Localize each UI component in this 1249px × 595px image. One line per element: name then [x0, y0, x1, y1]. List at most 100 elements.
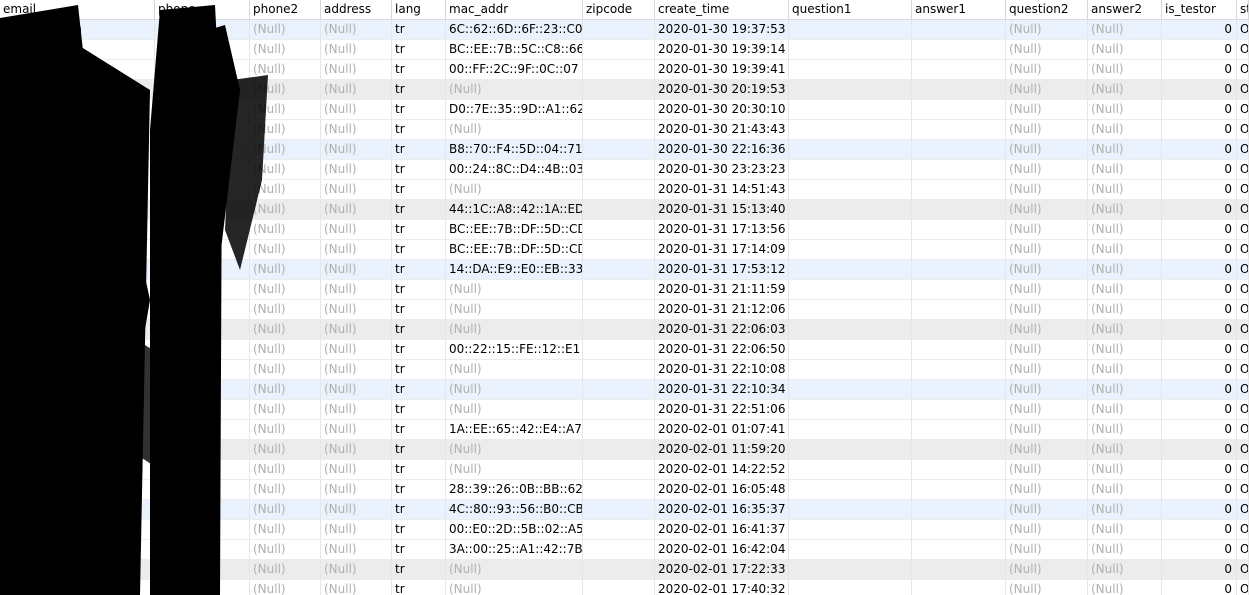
cell-answer2[interactable]: (Null): [1088, 40, 1162, 59]
cell-email[interactable]: a tmail.co: [0, 80, 155, 99]
cell-mac-addr[interactable]: BC::EE::7B::DF::5D::CD: [446, 220, 583, 239]
cell-question1[interactable]: [789, 200, 912, 219]
cell-phone2[interactable]: (Null): [250, 280, 321, 299]
cell-phone[interactable]: [155, 320, 250, 339]
table-row[interactable]: mail.cor (Null) (Null) tr (Null) 2020-01-30 2…: [0, 120, 1249, 140]
cell-address[interactable]: (Null): [321, 200, 392, 219]
cell-is-testor[interactable]: 0: [1162, 560, 1237, 579]
cell-lang[interactable]: tr: [392, 300, 446, 319]
cell-address[interactable]: (Null): [321, 80, 392, 99]
cell-is-testor[interactable]: 0: [1162, 400, 1237, 419]
cell-is-testor[interactable]: 0: [1162, 200, 1237, 219]
cell-create-time[interactable]: 2020-01-31 22:10:34: [655, 380, 789, 399]
column-header-st[interactable]: st: [1237, 0, 1249, 19]
cell-zipcode[interactable]: [583, 160, 655, 179]
cell-phone2[interactable]: (Null): [250, 160, 321, 179]
cell-phone2[interactable]: (Null): [250, 220, 321, 239]
cell-zipcode[interactable]: [583, 480, 655, 499]
cell-question2[interactable]: (Null): [1006, 560, 1088, 579]
cell-phone[interactable]: [155, 220, 250, 239]
cell-email[interactable]: a outlook.c: [0, 520, 155, 539]
cell-mac-addr[interactable]: (Null): [446, 80, 583, 99]
cell-zipcode[interactable]: [583, 100, 655, 119]
cell-question2[interactable]: (Null): [1006, 200, 1088, 219]
cell-is-testor[interactable]: 0: [1162, 480, 1237, 499]
cell-email[interactable]: com: [0, 420, 155, 439]
cell-phone2[interactable]: (Null): [250, 80, 321, 99]
cell-zipcode[interactable]: [583, 440, 655, 459]
cell-create-time[interactable]: 2020-01-31 17:13:56: [655, 220, 789, 239]
cell-is-testor[interactable]: 0: [1162, 440, 1237, 459]
cell-mac-addr[interactable]: 3A::00::25::A1::42::7B: [446, 540, 583, 559]
cell-lang[interactable]: tr: [392, 160, 446, 179]
cell-st[interactable]: O: [1237, 420, 1249, 439]
cell-question1[interactable]: [789, 380, 912, 399]
cell-is-testor[interactable]: 0: [1162, 80, 1237, 99]
cell-phone2[interactable]: (Null): [250, 400, 321, 419]
cell-answer1[interactable]: [912, 340, 1006, 359]
cell-phone[interactable]: [155, 360, 250, 379]
cell-answer2[interactable]: (Null): [1088, 440, 1162, 459]
cell-question1[interactable]: [789, 440, 912, 459]
cell-address[interactable]: (Null): [321, 380, 392, 399]
cell-phone[interactable]: [155, 440, 250, 459]
cell-question2[interactable]: (Null): [1006, 180, 1088, 199]
cell-create-time[interactable]: 2020-01-30 22:16:36: [655, 140, 789, 159]
cell-st[interactable]: O: [1237, 440, 1249, 459]
cell-phone[interactable]: 05: [155, 80, 250, 99]
cell-question2[interactable]: (Null): [1006, 60, 1088, 79]
cell-st[interactable]: O: [1237, 100, 1249, 119]
cell-st[interactable]: O: [1237, 40, 1249, 59]
cell-email[interactable]: ail.com: [0, 380, 155, 399]
cell-question1[interactable]: [789, 100, 912, 119]
cell-mac-addr[interactable]: (Null): [446, 320, 583, 339]
cell-phone2[interactable]: (Null): [250, 580, 321, 595]
cell-create-time[interactable]: 2020-02-01 14:22:52: [655, 460, 789, 479]
column-header-question2[interactable]: question2: [1006, 0, 1088, 19]
cell-is-testor[interactable]: 0: [1162, 420, 1237, 439]
cell-question1[interactable]: [789, 400, 912, 419]
cell-question1[interactable]: [789, 180, 912, 199]
cell-lang[interactable]: tr: [392, 120, 446, 139]
cell-answer2[interactable]: (Null): [1088, 400, 1162, 419]
cell-phone[interactable]: [155, 280, 250, 299]
table-row[interactable]: a tmail.co 05 (Null) (Null) tr (Null) 2020-01-…: [0, 80, 1249, 100]
cell-answer1[interactable]: [912, 480, 1006, 499]
table-row[interactable]: com (Null) (Null) tr 4C::80::93::56::B0::CB 2…: [0, 500, 1249, 520]
cell-question2[interactable]: (Null): [1006, 40, 1088, 59]
cell-question2[interactable]: (Null): [1006, 320, 1088, 339]
data-grid[interactable]: email phone phone2 address lang mac_addr zipco…: [0, 0, 1249, 595]
cell-question2[interactable]: (Null): [1006, 460, 1088, 479]
cell-is-testor[interactable]: 0: [1162, 180, 1237, 199]
cell-zipcode[interactable]: [583, 420, 655, 439]
cell-phone2[interactable]: (Null): [250, 200, 321, 219]
cell-phone[interactable]: 05: [155, 560, 250, 579]
cell-phone[interactable]: [155, 100, 250, 119]
cell-question2[interactable]: (Null): [1006, 160, 1088, 179]
cell-phone2[interactable]: (Null): [250, 300, 321, 319]
table-row[interactable]: .com (Null) (Null) tr BC::EE::7B::DF::5D::CD…: [0, 220, 1249, 240]
cell-answer2[interactable]: (Null): [1088, 80, 1162, 99]
cell-lang[interactable]: tr: [392, 380, 446, 399]
cell-answer1[interactable]: [912, 40, 1006, 59]
cell-zipcode[interactable]: [583, 120, 655, 139]
cell-phone2[interactable]: (Null): [250, 540, 321, 559]
cell-create-time[interactable]: 2020-01-30 20:19:53: [655, 80, 789, 99]
cell-is-testor[interactable]: 0: [1162, 100, 1237, 119]
cell-phone2[interactable]: (Null): [250, 320, 321, 339]
cell-create-time[interactable]: 2020-01-30 20:30:10: [655, 100, 789, 119]
cell-email[interactable]: b nail.com: [0, 540, 155, 559]
table-row[interactable]: mail.com (Null) (Null) tr D0::7E::35::9D::A1…: [0, 100, 1249, 120]
cell-phone[interactable]: [155, 480, 250, 499]
cell-lang[interactable]: tr: [392, 240, 446, 259]
cell-question2[interactable]: (Null): [1006, 260, 1088, 279]
cell-answer2[interactable]: (Null): [1088, 140, 1162, 159]
cell-create-time[interactable]: 2020-01-31 22:06:50: [655, 340, 789, 359]
cell-mac-addr[interactable]: (Null): [446, 280, 583, 299]
cell-answer2[interactable]: (Null): [1088, 360, 1162, 379]
cell-st[interactable]: O: [1237, 480, 1249, 499]
cell-email[interactable]: ail.com: [0, 300, 155, 319]
column-header-email[interactable]: email: [0, 0, 155, 19]
cell-address[interactable]: (Null): [321, 280, 392, 299]
cell-lang[interactable]: tr: [392, 420, 446, 439]
